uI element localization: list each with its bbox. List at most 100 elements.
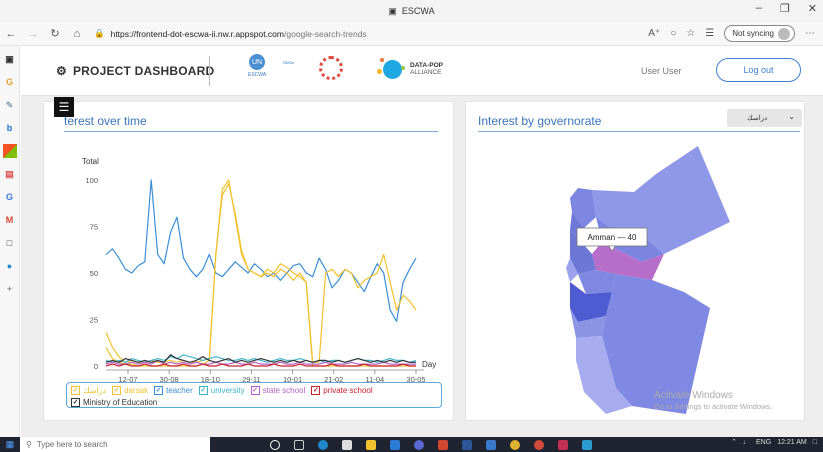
checkbox-icon[interactable]: ✓ bbox=[250, 386, 260, 395]
legend-label: دراسك bbox=[83, 386, 107, 395]
office-icon[interactable] bbox=[2, 144, 17, 158]
tray-chevron-icon[interactable]: ⌃ bbox=[731, 438, 737, 446]
clock[interactable]: 12:21 AM bbox=[777, 439, 807, 446]
bing-icon[interactable]: b bbox=[3, 121, 17, 135]
checkbox-icon[interactable]: ✓ bbox=[154, 386, 164, 395]
profile-button[interactable]: Not syncing bbox=[724, 25, 795, 42]
y-tick-label: 75 bbox=[90, 223, 98, 232]
sdg-logo-text: SDGs bbox=[283, 60, 294, 65]
chrome-alt-icon[interactable] bbox=[534, 439, 544, 450]
map-tooltip-text: Amman — 40 bbox=[588, 233, 637, 242]
mail-icon[interactable] bbox=[390, 439, 400, 450]
address-bar-row: ← → ↻ ⌂ 🔒 https://frontend-dot-escwa-ii.… bbox=[0, 22, 823, 46]
collections-icon[interactable]: ☰ bbox=[705, 28, 714, 39]
extensions-icon[interactable]: ○ bbox=[670, 28, 676, 39]
back-button[interactable]: ← bbox=[0, 28, 22, 40]
menu-icon[interactable]: ☰ bbox=[54, 97, 74, 117]
explorer-icon[interactable] bbox=[366, 439, 376, 450]
window-titlebar: ▣ ESCWA – ❐ ✕ bbox=[0, 0, 823, 22]
data-pop-logo bbox=[375, 55, 405, 85]
favorites-icon[interactable]: ☆ bbox=[686, 28, 695, 39]
x-tick-label: 10-01 bbox=[283, 375, 302, 382]
legend-item[interactable]: ✓ darsak bbox=[112, 385, 148, 396]
legend-item[interactable]: ✓ state school bbox=[250, 385, 306, 396]
interest-over-time-card: terest over time Total 0 25 50 75 100 12-07 30-… bbox=[43, 101, 454, 421]
tab-actions-icon[interactable]: ▣ bbox=[3, 52, 17, 66]
app-icon[interactable] bbox=[558, 439, 568, 450]
interest-by-governorate-card: Interest by governorate دراسك ⌄ Amman — … bbox=[465, 101, 805, 421]
powerpoint-icon[interactable] bbox=[438, 439, 448, 450]
series-line-darsak bbox=[105, 183, 417, 363]
interest-line-chart: Total 0 25 50 75 100 12-07 30-08 18-10 29-11 10-01… bbox=[82, 157, 436, 382]
add-icon[interactable]: + bbox=[3, 282, 17, 296]
url-path: /google-search-trends bbox=[284, 28, 367, 39]
gmail-icon[interactable]: M bbox=[3, 213, 17, 227]
search-icon: ⚲ bbox=[26, 440, 32, 449]
legend-item[interactable]: ✓ private school bbox=[311, 385, 373, 396]
url-field[interactable]: 🔒 https://frontend-dot-escwa-ii.nw.r.app… bbox=[94, 28, 367, 39]
map-region-madaba[interactable] bbox=[578, 270, 616, 294]
checkbox-icon[interactable]: ✓ bbox=[112, 386, 122, 395]
store-icon[interactable] bbox=[342, 439, 352, 450]
home-icon[interactable]: ⌂ bbox=[66, 28, 88, 40]
lang-label[interactable]: ENG bbox=[756, 439, 771, 446]
refresh-icon[interactable]: ↻ bbox=[44, 27, 66, 40]
data-pop-alliance-text: DATA-POP ALLIANCE bbox=[410, 62, 443, 76]
x-tick-label: 30-08 bbox=[160, 375, 179, 382]
cortana-icon[interactable] bbox=[270, 439, 280, 450]
edge-icon[interactable]: ● bbox=[3, 259, 17, 273]
sdg-ring-logo bbox=[319, 56, 343, 80]
google-search-icon[interactable]: G bbox=[3, 190, 17, 204]
checkbox-icon[interactable]: ✓ bbox=[71, 386, 80, 395]
page-icon[interactable]: □ bbox=[3, 236, 17, 250]
checkbox-icon[interactable]: ✓ bbox=[71, 398, 80, 407]
volume-icon[interactable]: ♩ bbox=[743, 439, 750, 446]
brand[interactable]: ⚙ PROJECT DASHBOARD bbox=[56, 64, 214, 78]
minimize-button[interactable]: – bbox=[756, 2, 762, 15]
notification-icon[interactable]: □ bbox=[813, 439, 817, 446]
teams-icon[interactable] bbox=[414, 439, 424, 450]
series-line-teacher bbox=[105, 179, 417, 322]
legend-item[interactable]: ✓ Ministry of Education bbox=[71, 397, 157, 408]
legend-label: Ministry of Education bbox=[83, 398, 158, 407]
more-menu-icon[interactable]: ⋯ bbox=[805, 28, 815, 39]
edit-icon[interactable]: ✎ bbox=[3, 98, 17, 112]
phone-icon[interactable] bbox=[582, 439, 592, 450]
un-escwa-logo: UN ESCWA bbox=[239, 54, 277, 88]
chart-legend: ✓ دراسك ✓ darsak ✓ teacher ✓ university ✓ state s… bbox=[66, 382, 442, 408]
taskbar-search[interactable]: ⚲ Type here to search bbox=[20, 437, 210, 452]
dp-subtitle: ALLIANCE bbox=[410, 69, 442, 76]
y-tick-label: 0 bbox=[94, 362, 98, 371]
google-icon[interactable]: G bbox=[3, 75, 17, 89]
people-icon[interactable] bbox=[486, 439, 496, 450]
url-host: https://frontend-dot-escwa-ii.nw.r.appsp… bbox=[110, 28, 284, 39]
edge-taskbar-icon[interactable] bbox=[318, 439, 328, 450]
legend-label: state school bbox=[262, 386, 306, 395]
logout-button[interactable]: Log out bbox=[716, 58, 801, 82]
checkbox-icon[interactable]: ✓ bbox=[198, 386, 208, 395]
header-divider bbox=[209, 56, 210, 86]
windows-start-icon[interactable]: ▦ bbox=[0, 439, 20, 450]
y-axis-label: Total bbox=[82, 157, 99, 166]
document-icon[interactable]: ▤ bbox=[3, 167, 17, 181]
legend-item[interactable]: ✓ teacher bbox=[154, 385, 193, 396]
legend-label: university bbox=[210, 386, 245, 395]
window-title: ESCWA bbox=[401, 6, 435, 16]
tab-page-icon: ▣ bbox=[388, 5, 397, 16]
x-tick-label: 29-11 bbox=[242, 375, 261, 382]
legend-item[interactable]: ✓ دراسك bbox=[71, 385, 106, 396]
close-button[interactable]: ✕ bbox=[808, 2, 817, 15]
activate-windows-watermark: Activate Windows Go to Settings to activ… bbox=[654, 390, 772, 411]
checkbox-icon[interactable]: ✓ bbox=[311, 386, 321, 395]
task-view-icon[interactable] bbox=[294, 439, 304, 450]
watermark-subtitle: Go to Settings to activate Windows. bbox=[654, 402, 773, 411]
legend-item[interactable]: ✓ university bbox=[198, 385, 245, 396]
taskbar-search-placeholder: Type here to search bbox=[36, 440, 108, 449]
chrome-icon[interactable] bbox=[510, 439, 520, 450]
word-icon[interactable] bbox=[462, 439, 472, 450]
read-aloud-icon[interactable]: A⁺ bbox=[648, 28, 660, 39]
y-tick-label: 25 bbox=[90, 316, 98, 325]
restore-button[interactable]: ❐ bbox=[780, 2, 790, 15]
browser-sidebar: ▣ G ✎ b ▤ G M □ ● + bbox=[0, 46, 20, 437]
forward-button[interactable]: → bbox=[22, 28, 44, 40]
